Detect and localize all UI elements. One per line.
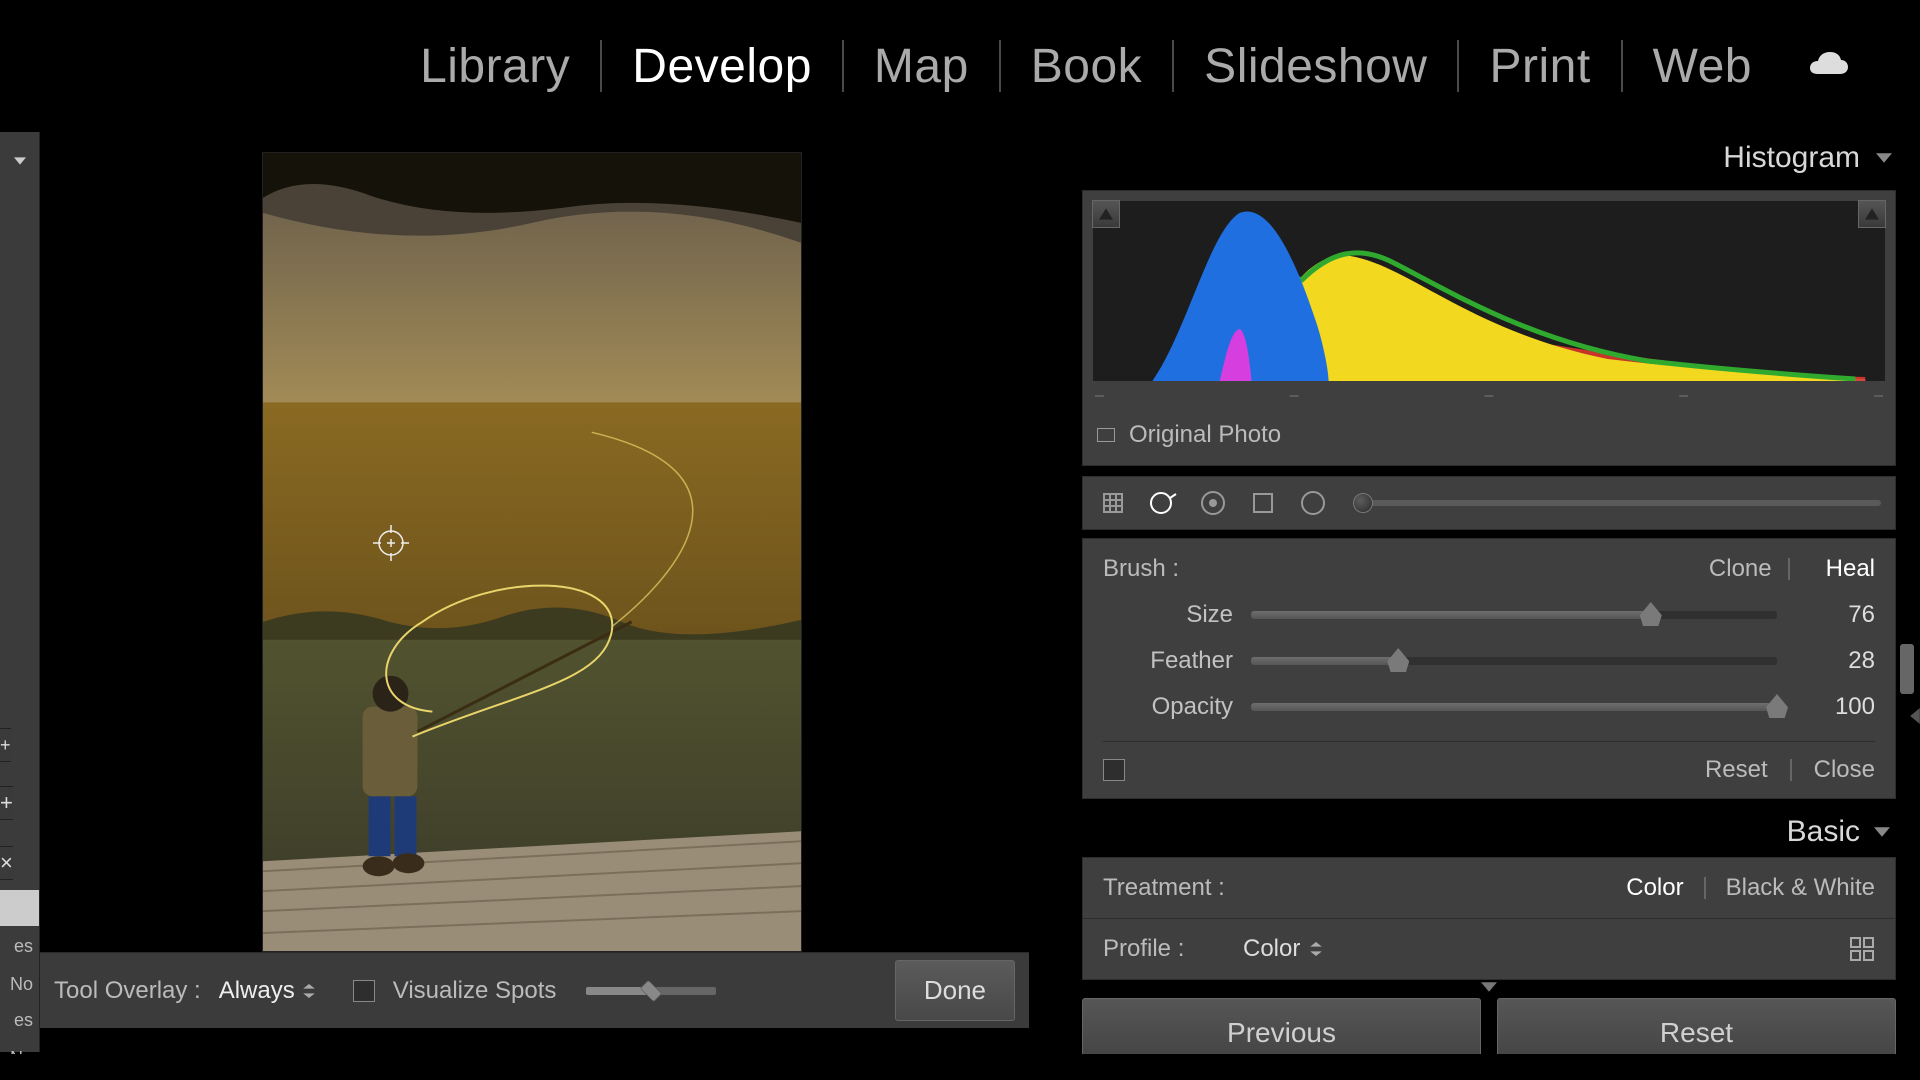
histogram-chart[interactable] bbox=[1093, 201, 1885, 381]
highlight-clipping-toggle[interactable] bbox=[1858, 200, 1886, 228]
spot-removal-options-panel: Brush : Clone Heal Size 76 Feather 28 Op… bbox=[1082, 538, 1896, 799]
original-photo-row: Original Photo bbox=[1093, 405, 1885, 455]
mode-clone[interactable]: Clone bbox=[1709, 555, 1772, 583]
panel-scroll-caret-icon[interactable] bbox=[1058, 980, 1920, 994]
tool-overlay-value: Always bbox=[219, 977, 295, 1005]
size-value[interactable]: 76 bbox=[1795, 601, 1875, 629]
size-slider[interactable] bbox=[1251, 611, 1777, 619]
tick: – bbox=[1874, 387, 1883, 405]
tick: – bbox=[1290, 387, 1299, 405]
separator bbox=[1704, 877, 1706, 899]
panel-scrollbar[interactable] bbox=[1900, 644, 1914, 694]
visualize-spots-checkbox[interactable] bbox=[353, 980, 375, 1002]
tab-library[interactable]: Library bbox=[420, 39, 570, 94]
tick: – bbox=[1485, 387, 1494, 405]
done-button[interactable]: Done bbox=[895, 960, 1015, 1021]
size-label: Size bbox=[1103, 601, 1233, 629]
treatment-color[interactable]: Color bbox=[1626, 874, 1683, 902]
canvas-toolbar: Tool Overlay : Always Visualize Spots Do… bbox=[40, 952, 1029, 1028]
basic-panel-header[interactable]: Basic bbox=[1082, 811, 1896, 853]
redeye-tool-icon[interactable] bbox=[1197, 487, 1229, 519]
separator bbox=[600, 40, 602, 92]
profile-dropdown[interactable]: Color bbox=[1243, 935, 1322, 963]
histogram-title: Histogram bbox=[1723, 141, 1860, 175]
shadow-clipping-toggle[interactable] bbox=[1092, 200, 1120, 228]
tab-book[interactable]: Book bbox=[1031, 39, 1142, 94]
separator bbox=[1457, 40, 1459, 92]
feather-slider[interactable] bbox=[1251, 657, 1777, 665]
crop-tool-icon[interactable] bbox=[1097, 487, 1129, 519]
cloud-sync-icon[interactable] bbox=[1810, 52, 1850, 80]
tool-amount-slider[interactable] bbox=[1353, 500, 1881, 506]
tab-slideshow[interactable]: Slideshow bbox=[1204, 39, 1427, 94]
bottom-strip bbox=[0, 1054, 1920, 1080]
original-photo-icon bbox=[1097, 428, 1115, 442]
profile-label: Profile : bbox=[1103, 935, 1243, 963]
spot-removal-tool-icon[interactable] bbox=[1147, 487, 1179, 519]
close-button[interactable]: × bbox=[0, 846, 13, 880]
tool-overlay-dropdown[interactable]: Always bbox=[219, 977, 315, 1005]
develop-right-panel: Histogram – – bbox=[1058, 132, 1920, 1052]
basic-panel: Treatment : Color Black & White Profile … bbox=[1082, 857, 1896, 980]
panel-collapse-caret-icon[interactable] bbox=[1910, 708, 1920, 724]
treatment-label: Treatment : bbox=[1103, 874, 1626, 902]
show-pins-toggle[interactable] bbox=[1103, 759, 1125, 781]
tab-develop[interactable]: Develop bbox=[632, 39, 812, 94]
list-item[interactable] bbox=[0, 890, 39, 926]
reset-tool-button[interactable]: Reset bbox=[1705, 756, 1768, 784]
tick: – bbox=[1095, 387, 1104, 405]
list-item[interactable]: es bbox=[0, 928, 39, 964]
histogram-zone-ticks[interactable]: – – – – – bbox=[1093, 381, 1885, 405]
separator bbox=[999, 40, 1001, 92]
list-item[interactable]: No bbox=[0, 966, 39, 1002]
brush-label: Brush : bbox=[1103, 555, 1689, 583]
visualize-spots-slider[interactable] bbox=[586, 987, 716, 995]
original-photo-label: Original Photo bbox=[1129, 421, 1281, 449]
sort-dropdown-icon[interactable] bbox=[6, 150, 34, 172]
add-collection-button[interactable]: + bbox=[0, 728, 11, 762]
histogram-panel: – – – – – Original Photo bbox=[1082, 190, 1896, 466]
mode-heal[interactable]: Heal bbox=[1826, 555, 1875, 583]
tick: – bbox=[1679, 387, 1688, 405]
add-button[interactable]: + bbox=[0, 786, 13, 820]
basic-title: Basic bbox=[1787, 815, 1860, 849]
list-item[interactable]: es bbox=[0, 1002, 39, 1038]
visualize-spots-label: Visualize Spots bbox=[393, 977, 557, 1005]
tool-strip bbox=[1082, 476, 1896, 530]
chevron-down-icon bbox=[1876, 151, 1892, 165]
feather-label: Feather bbox=[1103, 647, 1233, 675]
feather-value[interactable]: 28 bbox=[1795, 647, 1875, 675]
chevron-down-icon bbox=[1874, 825, 1890, 839]
module-picker-bar: Library Develop Map Book Slideshow Print… bbox=[0, 0, 1920, 132]
opacity-value[interactable]: 100 bbox=[1795, 693, 1875, 721]
separator bbox=[1790, 759, 1792, 781]
treatment-bw[interactable]: Black & White bbox=[1726, 874, 1875, 902]
separator bbox=[1621, 40, 1623, 92]
opacity-slider[interactable] bbox=[1251, 703, 1777, 711]
preview-image[interactable] bbox=[262, 152, 802, 952]
separator bbox=[1788, 558, 1790, 580]
separator bbox=[1172, 40, 1174, 92]
histogram-panel-header[interactable]: Histogram bbox=[1058, 132, 1920, 184]
masking-tool-icon[interactable] bbox=[1247, 487, 1279, 519]
tab-map[interactable]: Map bbox=[874, 39, 969, 94]
radial-filter-tool-icon[interactable] bbox=[1297, 487, 1329, 519]
separator bbox=[842, 40, 844, 92]
left-sliver-panel: + + × es No es No bbox=[0, 132, 40, 1052]
profile-value: Color bbox=[1243, 935, 1300, 963]
profile-browser-icon[interactable] bbox=[1849, 936, 1875, 962]
image-canvas[interactable] bbox=[40, 132, 1029, 952]
tab-print[interactable]: Print bbox=[1489, 39, 1590, 94]
close-tool-button[interactable]: Close bbox=[1814, 756, 1875, 784]
tool-overlay-label: Tool Overlay : bbox=[54, 977, 201, 1005]
opacity-label: Opacity bbox=[1103, 693, 1233, 721]
tab-web[interactable]: Web bbox=[1653, 39, 1752, 94]
